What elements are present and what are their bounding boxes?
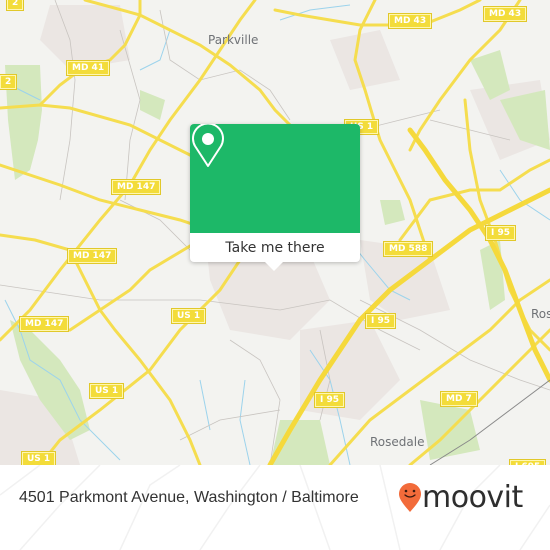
place-label-rosedale-partial: Ros (531, 307, 550, 321)
address-text: 4501 Parkmont Avenue, Washington / Balti… (19, 489, 359, 506)
map-view[interactable]: 2 2 MD 41 MD 43 MD 43 MD 147 MD 147 MD 1… (0, 0, 550, 465)
destination-popup[interactable]: Take me there (190, 124, 360, 271)
road-shield: MD 588 (382, 241, 434, 257)
road-shield: MD 147 (110, 179, 162, 195)
road-shield: I 95 (484, 225, 517, 241)
place-label-parkville: Parkville (208, 33, 259, 47)
road-shield: MD 147 (66, 248, 118, 264)
map-pin-icon (192, 124, 224, 167)
brand-wordmark: moovit (422, 480, 523, 515)
road-shield: US 1 (88, 383, 125, 399)
moovit-logo[interactable]: moovit (398, 483, 523, 513)
take-me-there-button[interactable]: Take me there (190, 233, 360, 262)
popup-header (190, 124, 360, 233)
road-shield: I 95 (313, 392, 346, 408)
moovit-pin-smile-icon (399, 483, 421, 512)
road-shield: US 1 (20, 451, 57, 465)
road-shield: MD 41 (65, 60, 111, 76)
road-shield: I 95 (364, 313, 397, 329)
road-shield: US 1 (170, 308, 207, 324)
place-label-rosedale: Rosedale (370, 435, 425, 449)
road-shield: 2 (5, 0, 25, 11)
road-shield: MD 43 (482, 6, 528, 22)
footer-bar: 4501 Parkmont Avenue, Washington / Balti… (0, 465, 550, 550)
road-shield: 2 (0, 74, 18, 90)
popup-pointer (265, 262, 283, 271)
road-shield: MD 147 (18, 316, 70, 332)
road-shield: MD 43 (387, 13, 433, 29)
road-shield: MD 7 (440, 391, 478, 407)
